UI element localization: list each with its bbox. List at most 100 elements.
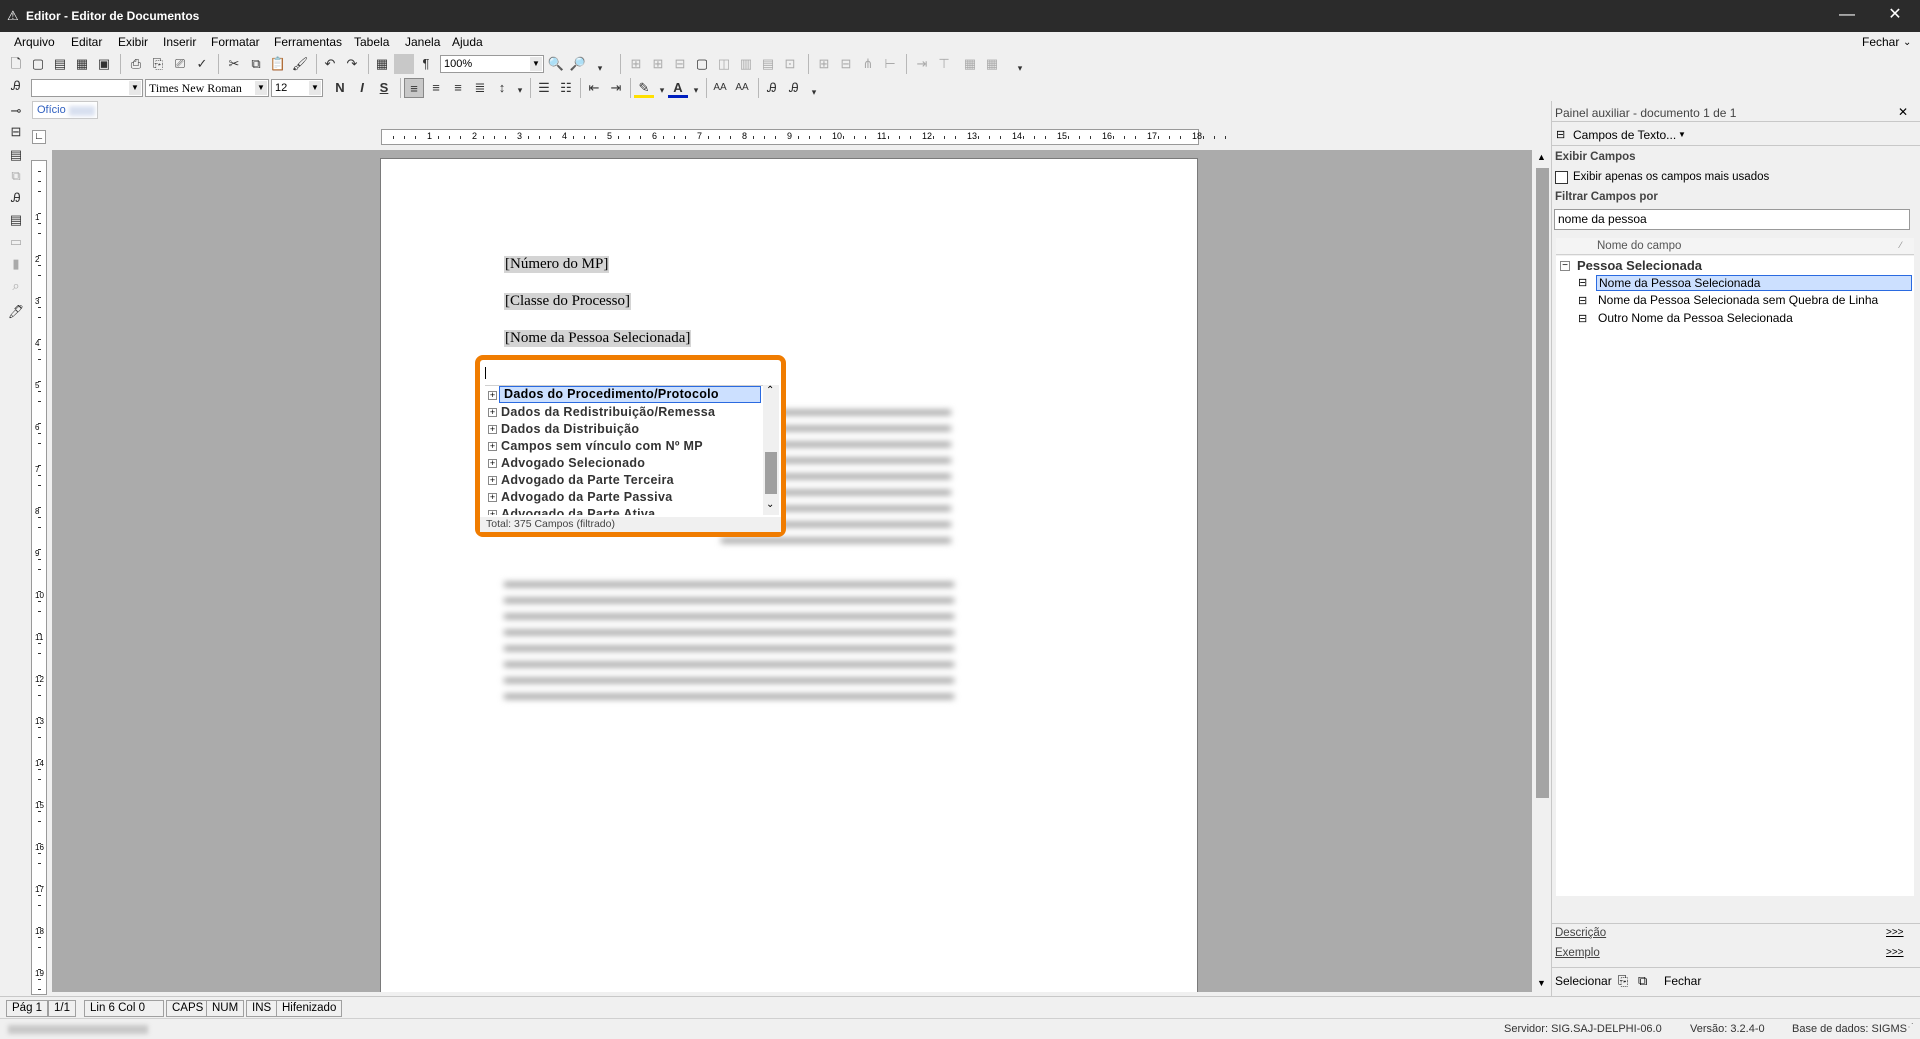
pilcrow-icon[interactable]: ¶ xyxy=(416,54,436,74)
insert-field-icon[interactable]: ⊟ xyxy=(5,122,27,142)
list-item[interactable]: + Advogado da Parte Terceira xyxy=(485,472,765,489)
expand-icon[interactable]: + xyxy=(488,510,497,515)
menu-tabela[interactable]: Tabela xyxy=(354,35,389,49)
menu-editar[interactable]: Editar xyxy=(71,35,102,49)
copy-field-icon[interactable]: ⧉ xyxy=(1638,973,1647,989)
list-icon[interactable]: ▤ xyxy=(5,210,27,230)
grow-font-icon[interactable]: AA xyxy=(710,78,730,98)
pen-icon[interactable]: 🖊 xyxy=(5,302,27,322)
outline-icon[interactable]: ⊢ xyxy=(880,54,900,74)
align-right-icon[interactable]: ≡ xyxy=(448,78,468,98)
align-center-icon[interactable]: ≡ xyxy=(426,78,446,98)
print-preview-icon[interactable]: ⎘ xyxy=(148,54,168,74)
fields-type-dropdown[interactable]: Campos de Texto... xyxy=(1573,128,1676,142)
menu-exibir[interactable]: Exibir xyxy=(118,35,148,49)
save-icon[interactable]: ▣ xyxy=(94,54,114,74)
menu-inserir[interactable]: Inserir xyxy=(163,35,196,49)
exemplo-section[interactable]: Exemplo xyxy=(1555,947,1600,959)
column-header[interactable]: Nome do campo ⁄ xyxy=(1556,238,1914,255)
style-select[interactable]: ▼ xyxy=(31,79,143,97)
font-color-icon[interactable]: A xyxy=(668,78,688,98)
tree-group-label[interactable]: Pessoa Selecionada xyxy=(1577,258,1702,273)
redo-icon[interactable]: ↷ xyxy=(342,54,362,74)
menu-fechar[interactable]: Fechar xyxy=(1862,35,1899,49)
highlight-icon[interactable]: ✎ xyxy=(634,78,654,98)
chevron-down-icon[interactable]: ▾ xyxy=(804,82,824,102)
list-item[interactable]: + Dados do Procedimento/Protocolo xyxy=(485,386,765,404)
expand-icon[interactable]: + xyxy=(488,425,497,434)
form-icon[interactable]: ▤ xyxy=(5,145,27,165)
table-merge-icon[interactable]: ⊟ xyxy=(670,54,690,74)
open-icon[interactable]: ▤ xyxy=(50,54,70,74)
list-item[interactable]: + Advogado da Parte Ativa xyxy=(485,506,765,515)
numbered-list-icon[interactable]: ☷ xyxy=(556,78,576,98)
clear-format-icon[interactable]: Ꭿ xyxy=(762,78,782,98)
tree-node[interactable]: Nome da Pessoa Selecionada sem Quebra de… xyxy=(1598,293,1878,307)
field-nome-pessoa[interactable]: [Nome da Pessoa Selecionada] xyxy=(504,330,692,347)
menu-formatar[interactable]: Formatar xyxy=(211,35,260,49)
close-window-button[interactable]: ✕ xyxy=(1883,4,1907,26)
zoom-out-icon[interactable]: 🔍 xyxy=(546,54,566,74)
print-setup-icon[interactable]: ⎚ xyxy=(170,54,190,74)
popup-scrollbar-thumb[interactable] xyxy=(765,452,777,494)
tab-oficio[interactable]: Ofício xyxy=(32,101,98,119)
expand-icon[interactable]: + xyxy=(488,408,497,417)
table-grid-icon[interactable]: ▦ xyxy=(372,54,392,74)
chevron-down-icon[interactable]: ⌄ xyxy=(1903,37,1911,48)
zoom-select[interactable]: 100% ▼ xyxy=(440,55,544,73)
table-props-icon[interactable]: ▦ xyxy=(982,54,1002,74)
show-grid-icon[interactable] xyxy=(394,54,414,74)
document-area[interactable]: [Número do MP] [Classe do Processo] [Nom… xyxy=(52,150,1532,992)
template-icon[interactable]: Ꭿ xyxy=(5,188,27,208)
font-size-select[interactable]: 12 ▼ xyxy=(271,79,323,97)
tree-icon[interactable]: ⋔ xyxy=(858,54,878,74)
panel-close-button[interactable]: ✕ xyxy=(1898,105,1908,119)
branch-icon[interactable]: ⊤ xyxy=(934,54,954,74)
justify-icon[interactable]: ≣ xyxy=(470,78,490,98)
disabled-tool-icon[interactable]: ▮ xyxy=(5,254,27,274)
underline-icon[interactable]: S xyxy=(374,78,394,98)
bold-icon[interactable]: N xyxy=(330,78,350,98)
tree-node[interactable]: Outro Nome da Pessoa Selecionada xyxy=(1598,311,1793,325)
zoom-in-icon[interactable]: 🔎 xyxy=(568,54,588,74)
save-as-icon[interactable]: ▦ xyxy=(72,54,92,74)
table-border-icon[interactable]: ▢ xyxy=(692,54,712,74)
list-item[interactable]: + Dados da Distribuição xyxy=(485,421,765,438)
outdent-icon[interactable]: ⇤ xyxy=(584,78,604,98)
table-split-icon[interactable]: ◫ xyxy=(714,54,734,74)
chevron-up-icon[interactable]: ⌃ xyxy=(766,385,774,396)
search-icon[interactable]: ⌕ xyxy=(5,276,27,296)
bullet-list-icon[interactable]: ☰ xyxy=(534,78,554,98)
chevron-down-icon[interactable]: ▼ xyxy=(1678,130,1686,139)
tree-node-selected[interactable]: Nome da Pessoa Selecionada xyxy=(1596,275,1912,291)
chevron-down-icon[interactable]: ▾ xyxy=(510,80,530,100)
menu-ajuda[interactable]: Ajuda xyxy=(452,35,483,49)
field-classe-processo[interactable]: [Classe do Processo] xyxy=(504,293,631,310)
style-icon[interactable]: Ꭿ xyxy=(6,76,26,96)
new-icon[interactable]: ▢ xyxy=(28,54,48,74)
field-tool-icon[interactable]: ⊸ xyxy=(5,101,27,121)
selecionar-button[interactable]: Selecionar xyxy=(1555,974,1612,988)
expand-icon[interactable]: + xyxy=(488,442,497,451)
expand-icon[interactable]: + xyxy=(488,476,497,485)
expand-icon[interactable]: + xyxy=(488,391,497,400)
copy-field-icon[interactable]: ⧉ xyxy=(5,166,27,186)
cut-icon[interactable]: ✂ xyxy=(224,54,244,74)
table-cell-icon[interactable]: ⊞ xyxy=(648,54,668,74)
scroll-down-icon[interactable]: ▼ xyxy=(1537,978,1546,988)
chevron-down-icon[interactable]: ▾ xyxy=(686,80,706,100)
filter-input[interactable]: nome da pessoa xyxy=(1554,209,1910,230)
list-item[interactable]: + Advogado da Parte Passiva xyxy=(485,489,765,506)
field-list[interactable]: + Dados do Procedimento/Protocolo + Dados … xyxy=(485,385,779,515)
expand-icon[interactable]: + xyxy=(488,459,497,468)
format-painter-icon[interactable]: 🖌 xyxy=(290,54,310,74)
undo-icon[interactable]: ↶ xyxy=(320,54,340,74)
new-doc-icon[interactable]: 🗋 xyxy=(6,54,26,74)
collapse-icon[interactable]: − xyxy=(1560,261,1570,271)
fechar-panel-button[interactable]: Fechar xyxy=(1664,974,1701,988)
menu-ferramentas[interactable]: Ferramentas xyxy=(274,35,342,49)
minimize-button[interactable]: — xyxy=(1835,4,1859,26)
copy-icon[interactable]: ⧉ xyxy=(246,54,266,74)
descricao-expand[interactable]: >>> xyxy=(1886,927,1904,938)
spellcheck-icon[interactable]: ✓ xyxy=(192,54,212,74)
